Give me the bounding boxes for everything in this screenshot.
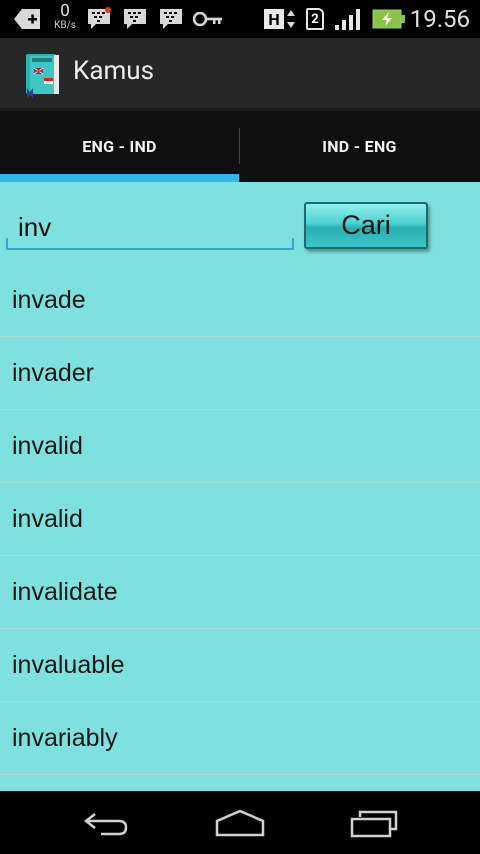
list-item[interactable]: invariably <box>0 702 480 775</box>
speed-unit: KB/s <box>54 20 76 31</box>
key-icon <box>193 0 223 38</box>
back-icon[interactable] <box>66 801 146 845</box>
add-icon <box>14 0 40 38</box>
action-bar: Kamus <box>0 38 480 111</box>
input-underline-tick <box>292 238 294 250</box>
results-list: invade invader invalid invalid invalidat… <box>0 264 480 775</box>
list-item[interactable]: invaluable <box>0 629 480 702</box>
status-bar: 0 KB/s H 2 19.56 <box>0 0 480 38</box>
recent-apps-icon[interactable] <box>334 801 414 845</box>
bbm-icon <box>86 0 112 38</box>
search-button[interactable]: Cari <box>304 202 428 249</box>
signal-icon <box>334 0 362 38</box>
tab-eng-ind[interactable]: ENG - IND <box>0 111 239 182</box>
list-item[interactable]: invader <box>0 337 480 410</box>
sim-slot: 2 <box>306 8 324 30</box>
network-speed: 0 KB/s <box>50 3 80 31</box>
list-item[interactable]: invalidate <box>0 556 480 629</box>
battery-charging-icon <box>372 0 406 38</box>
bbm-icon <box>122 0 148 38</box>
clock: 19.56 <box>409 5 470 33</box>
dictionary-book-icon[interactable] <box>24 52 62 98</box>
network-type-label: H <box>264 9 284 29</box>
tab-ind-eng[interactable]: IND - ENG <box>240 111 479 182</box>
list-item[interactable]: invalid <box>0 483 480 556</box>
home-icon[interactable] <box>200 801 280 845</box>
main-content: Cari invade invader invalid invalid inva… <box>0 182 480 791</box>
navigation-bar <box>0 791 480 854</box>
tab-bar: ENG - IND IND - ENG <box>0 111 480 182</box>
list-item[interactable]: invade <box>0 264 480 337</box>
list-item[interactable]: invalid <box>0 410 480 483</box>
tab-selected-indicator <box>0 174 239 182</box>
bbm-icon <box>158 0 184 38</box>
network-type-icon: H <box>264 0 296 38</box>
search-input[interactable] <box>6 206 294 250</box>
input-underline-tick <box>6 238 8 250</box>
app-title: Kamus <box>73 56 155 86</box>
sim-icon: 2 <box>306 0 324 38</box>
speed-value: 0 <box>60 1 70 21</box>
